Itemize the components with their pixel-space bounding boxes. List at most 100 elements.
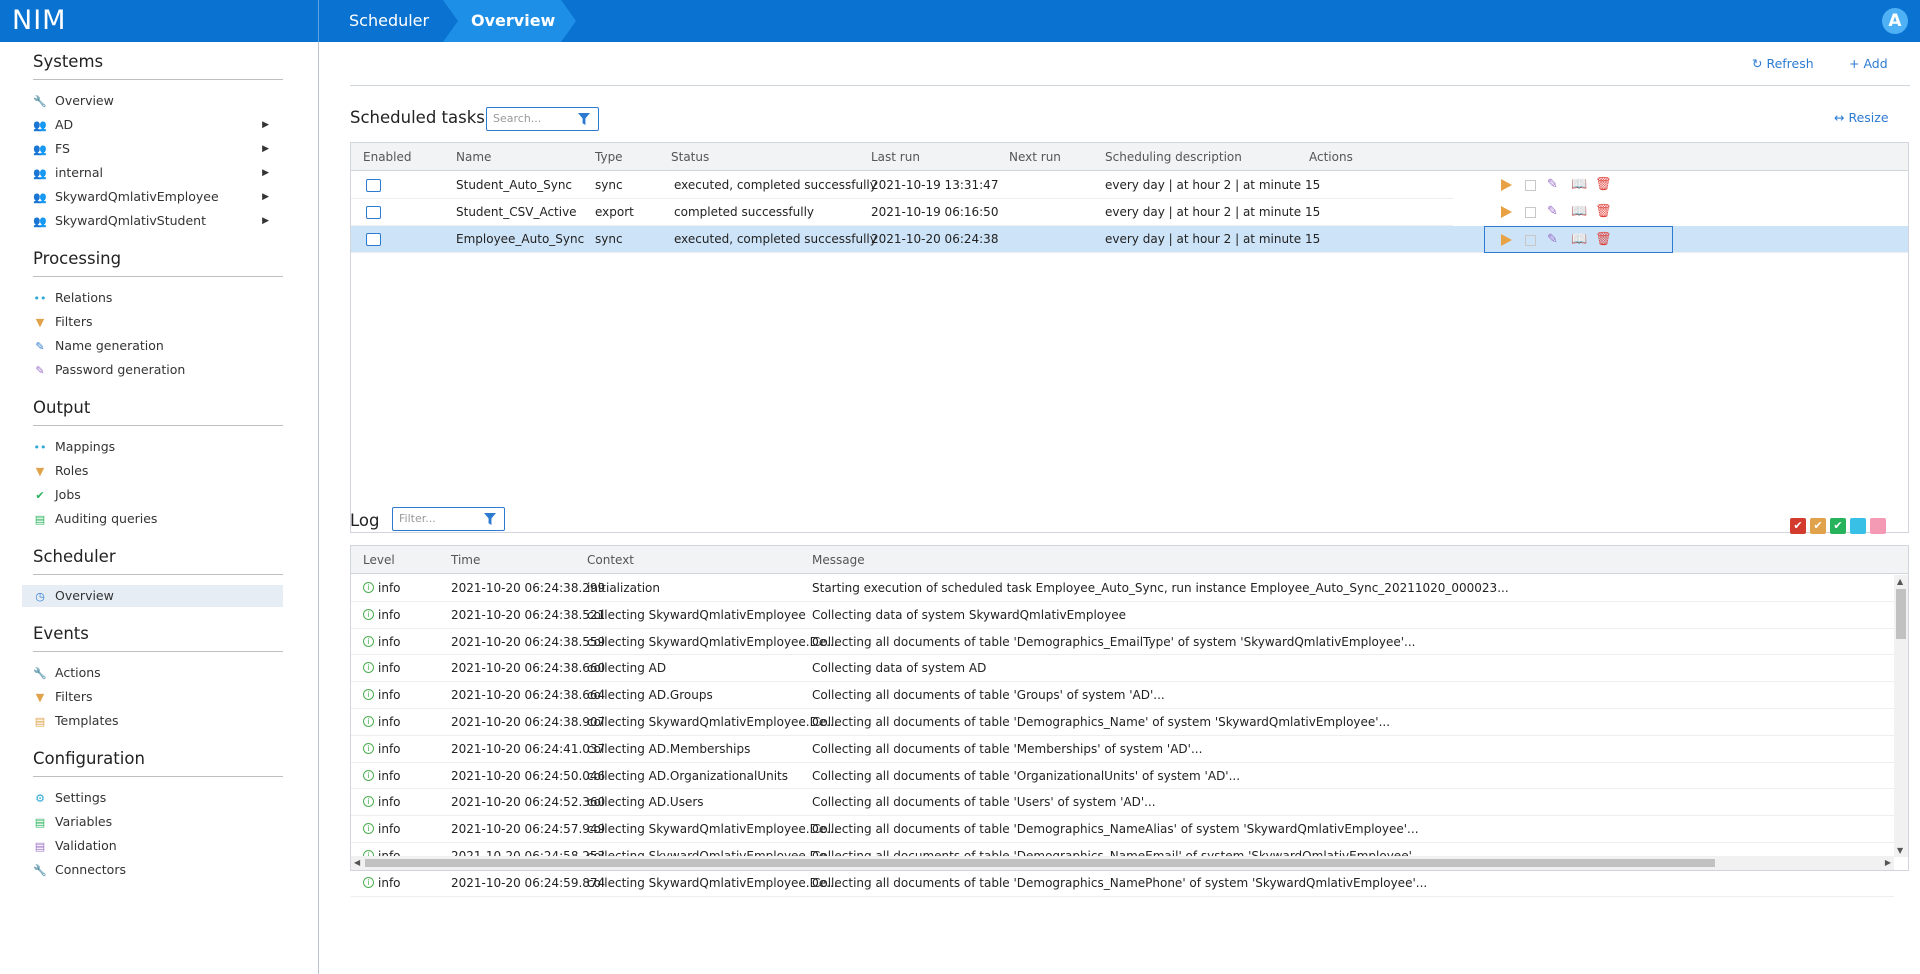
sidebar-item-auditing-queries[interactable]: ▤ Auditing queries (33, 508, 283, 530)
book-icon[interactable]: 📖 (1571, 205, 1587, 219)
play-icon[interactable] (1501, 206, 1512, 218)
log-row[interactable]: i info 2021-10-20 06:24:38.907 collecting S… (351, 709, 1894, 736)
breadcrumb-scheduler[interactable]: Scheduler (319, 0, 444, 42)
edit-icon[interactable]: ✎ (1547, 233, 1561, 247)
sidebar-item-fs[interactable]: 👥 FS ▶ (33, 138, 283, 160)
sidebar-item-filters[interactable]: ▼ Filters (33, 311, 283, 333)
enabled-checkbox[interactable] (366, 206, 381, 219)
log-filter-input[interactable]: Filter... (392, 507, 505, 531)
resize-label: Resize (1848, 110, 1889, 125)
enabled-checkbox[interactable] (366, 233, 381, 246)
tasks-search-input[interactable]: Search... (486, 107, 599, 131)
breadcrumb-overview[interactable]: Overview (443, 0, 576, 42)
scroll-left-icon[interactable]: ◀ (354, 858, 360, 867)
sidebar-item-roles[interactable]: ▼ Roles (33, 460, 283, 482)
column-header-status[interactable]: Status (671, 143, 709, 171)
column-header-last-run[interactable]: Last run (871, 143, 920, 171)
delete-icon[interactable]: 🗑 (1595, 233, 1612, 247)
column-header-message[interactable]: Message (812, 546, 865, 574)
resize-button[interactable]: ↔ Resize (1834, 110, 1889, 125)
chevron-right-icon[interactable]: ▶ (262, 114, 269, 136)
column-header-next-run[interactable]: Next run (1009, 143, 1061, 171)
sidebar-item-templates[interactable]: ▤ Templates (33, 710, 283, 732)
sidebar-item-skywardqmlativstudent[interactable]: 👥 SkywardQmlativStudent ▶ (33, 210, 283, 232)
delete-icon[interactable]: 🗑 (1595, 178, 1612, 192)
enabled-checkbox[interactable] (366, 179, 381, 192)
stop-icon[interactable] (1525, 180, 1536, 191)
severity-filter-info[interactable]: ✔ (1830, 518, 1846, 534)
users-icon: 👥 (33, 167, 47, 180)
task-row[interactable]: Student_Auto_Sync sync executed, completed… (351, 172, 1612, 199)
severity-filter-debug[interactable] (1850, 518, 1866, 534)
log-row[interactable]: i info 2021-10-20 06:24:38.664 collecting A… (351, 682, 1894, 709)
task-row[interactable]: Employee_Auto_Sync sync executed, complete… (351, 226, 1908, 253)
column-header-scheduling-description[interactable]: Scheduling description (1105, 143, 1242, 171)
play-icon[interactable] (1501, 179, 1512, 191)
log-row[interactable]: i info 2021-10-20 06:24:38.660 collecting A… (351, 655, 1894, 683)
sidebar-item-actions[interactable]: 🔧 Actions (33, 662, 283, 684)
severity-filter-trace[interactable] (1870, 518, 1886, 534)
book-icon[interactable]: 📖 (1571, 178, 1587, 192)
sidebar-item-connectors[interactable]: 🔧 Connectors (33, 859, 283, 881)
scroll-right-icon[interactable]: ▶ (1885, 858, 1891, 867)
log-row[interactable]: i info 2021-10-20 06:24:50.046 collecting A… (351, 763, 1894, 790)
sidebar-item-overview[interactable]: ◷ Overview (22, 585, 283, 607)
sidebar-item-overview[interactable]: 🔧 Overview (33, 90, 283, 112)
app-logo[interactable]: NIM (0, 0, 318, 42)
sidebar-item-validation[interactable]: ▤ Validation (33, 835, 283, 857)
stop-icon[interactable] (1525, 235, 1536, 246)
stop-icon[interactable] (1525, 207, 1536, 218)
log-row[interactable]: i info 2021-10-20 06:24:59.874 collecting S… (351, 870, 1894, 897)
filter-icon[interactable] (578, 113, 590, 125)
column-header-name[interactable]: Name (456, 143, 491, 171)
sidebar-item-relations[interactable]: •• Relations (33, 287, 283, 309)
scroll-up-icon[interactable]: ▲ (1897, 577, 1903, 586)
sidebar-item-mappings[interactable]: •• Mappings (33, 436, 283, 458)
column-header-level[interactable]: Level (363, 546, 395, 574)
refresh-button[interactable]: ↻ Refresh (1752, 56, 1814, 71)
chevron-right-icon[interactable]: ▶ (262, 210, 269, 232)
book-icon[interactable]: 📖 (1571, 233, 1587, 247)
sidebar-item-name-generation[interactable]: ✎ Name generation (33, 335, 283, 357)
sidebar-item-variables[interactable]: ▤ Variables (33, 811, 283, 833)
log-horizontal-scrollbar[interactable]: ◀ ▶ (351, 856, 1894, 870)
scroll-down-icon[interactable]: ▼ (1897, 846, 1903, 855)
column-header-time[interactable]: Time (451, 546, 480, 574)
severity-filter-warning[interactable]: ✔ (1810, 518, 1826, 534)
sidebar-item-internal[interactable]: 👥 internal ▶ (33, 162, 283, 184)
sidebar-item-settings[interactable]: ⚙ Settings (33, 787, 283, 809)
log-row[interactable]: i info 2021-10-20 06:24:52.360 collecting A… (351, 789, 1894, 817)
log-vertical-scrollbar[interactable]: ▲ ▼ (1894, 575, 1908, 857)
sidebar-item-label: Relations (55, 290, 113, 305)
sidebar-item-jobs[interactable]: ✔ Jobs (33, 484, 283, 506)
severity-filter-error[interactable]: ✔ (1790, 518, 1806, 534)
delete-icon[interactable]: 🗑 (1595, 205, 1612, 219)
log-row[interactable]: i info 2021-10-20 06:24:38.521 collecting S… (351, 602, 1894, 629)
sidebar-item-filters[interactable]: ▼ Filters (33, 686, 283, 708)
chevron-right-icon[interactable]: ▶ (262, 138, 269, 160)
log-row[interactable]: i info 2021-10-20 06:24:38.559 collecting S… (351, 629, 1894, 656)
sidebar-item-skywardqmlativemployee[interactable]: 👥 SkywardQmlativEmployee ▶ (33, 186, 283, 208)
log-time-cell: 2021-10-20 06:24:38.559 (451, 634, 606, 649)
log-row[interactable]: i info 2021-10-20 06:24:38.299 initializati… (351, 575, 1894, 602)
user-avatar[interactable]: A (1882, 8, 1908, 34)
scrollbar-thumb[interactable] (1896, 589, 1906, 639)
edit-icon[interactable]: ✎ (1547, 205, 1561, 219)
log-row[interactable]: i info 2021-10-20 06:24:41.037 collecting A… (351, 736, 1894, 763)
column-header-enabled[interactable]: Enabled (363, 143, 412, 171)
column-header-type[interactable]: Type (595, 143, 623, 171)
edit-icon[interactable]: ✎ (1547, 178, 1561, 192)
sidebar-item-password-generation[interactable]: ✎ Password generation (33, 359, 283, 381)
add-button[interactable]: + Add (1849, 56, 1888, 71)
log-row[interactable]: i info 2021-10-20 06:24:57.949 collecting S… (351, 816, 1894, 843)
info-icon: i (363, 796, 374, 808)
chevron-right-icon[interactable]: ▶ (262, 186, 269, 208)
chevron-right-icon[interactable]: ▶ (262, 162, 269, 184)
sidebar-item-ad[interactable]: 👥 AD ▶ (33, 114, 283, 136)
filter-icon[interactable] (484, 513, 496, 525)
column-header-context[interactable]: Context (587, 546, 634, 574)
play-icon[interactable] (1501, 234, 1512, 246)
scrollbar-thumb[interactable] (365, 859, 1715, 867)
task-row[interactable]: Student_CSV_Active export completed succes… (351, 199, 1612, 226)
column-header-actions[interactable]: Actions (1309, 143, 1353, 171)
